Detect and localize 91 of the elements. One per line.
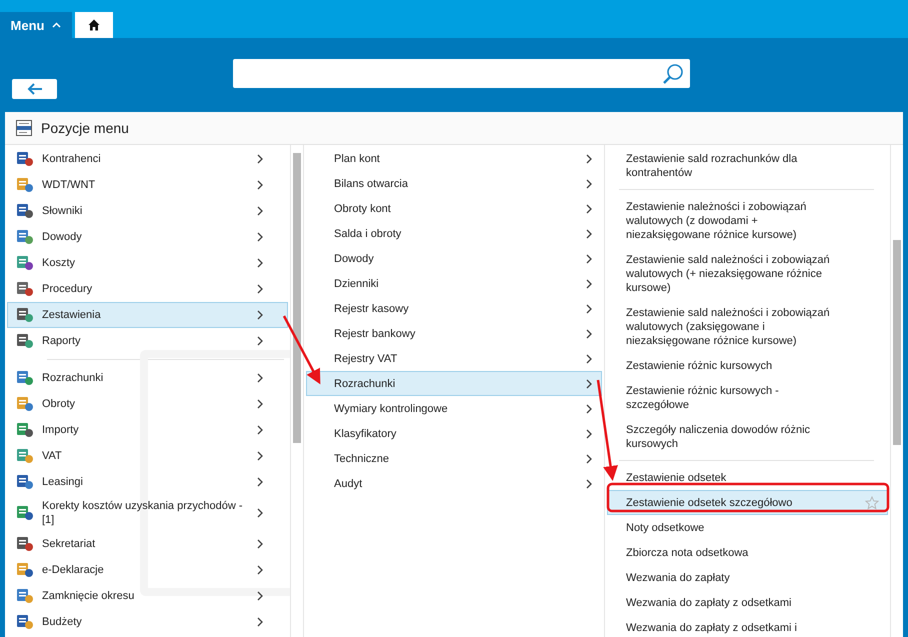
chevron-right-icon — [256, 154, 264, 164]
menu-item[interactable]: Rejestr bankowy — [306, 321, 602, 346]
chevron-right-icon — [585, 354, 593, 364]
chevron-right-icon — [585, 154, 593, 164]
chevron-right-icon — [256, 425, 264, 435]
menu-item[interactable]: WDT/WNT — [7, 172, 288, 198]
menu-item[interactable]: Dowody — [7, 224, 288, 250]
home-tab[interactable] — [75, 12, 113, 38]
arrow-left-icon — [26, 83, 42, 95]
chevron-right-icon — [256, 539, 264, 549]
chevron-right-icon — [585, 278, 593, 288]
menu-item[interactable]: Zestawienie różnic kursowych — [607, 353, 888, 378]
chevron-right-icon — [585, 304, 593, 314]
menu-item[interactable]: Bilans otwarcia — [306, 171, 602, 196]
menu-item[interactable]: Salda i obroty — [306, 221, 602, 246]
menu-item[interactable]: Zestawienie różnic kursowych - szczegółowe — [607, 378, 888, 417]
menu-item[interactable]: Wezwania do zapłaty z odsetkami — [607, 590, 888, 615]
scrollbar[interactable] — [290, 145, 303, 637]
menu-item[interactable]: Rejestry VAT — [306, 346, 602, 371]
chevron-right-icon — [256, 336, 264, 346]
menu-item[interactable]: Techniczne — [306, 446, 602, 471]
menu-item[interactable]: Obroty — [7, 391, 288, 417]
home-icon — [88, 19, 100, 31]
menu-item[interactable]: Zestawienie sald należności i zobowiązań walutowych (+ niezaksięgowane różnice kursowe) — [607, 247, 888, 300]
menu-item[interactable]: Sekretariat — [7, 531, 288, 557]
menu-item[interactable]: VAT — [7, 443, 288, 469]
menu-item[interactable]: Rozrachunki — [306, 371, 602, 396]
chevron-right-icon — [256, 206, 264, 216]
menu-item[interactable]: Plan kont — [306, 146, 602, 171]
menu-item[interactable]: Importy — [7, 417, 288, 443]
chevron-right-icon — [585, 228, 593, 238]
star-icon[interactable] — [865, 496, 879, 510]
menu-item[interactable]: Koszty — [7, 250, 288, 276]
menu-item[interactable]: Zestawienie odsetek — [607, 465, 888, 490]
menu-item[interactable]: Korekty kosztów uzyskania przychodów - [1] — [7, 495, 288, 531]
menu-item[interactable]: Zbiorcza nota odsetkowa — [607, 540, 888, 565]
menu-item[interactable]: Zamknięcie okresu — [7, 583, 288, 609]
chevron-right-icon — [585, 404, 593, 414]
chevron-right-icon — [585, 204, 593, 214]
menu-item[interactable]: Wezwania do zapłaty z odsetkami i — [607, 615, 888, 637]
back-button[interactable] — [12, 79, 57, 99]
caret-up-icon — [52, 22, 62, 28]
menu-item[interactable]: Leasingi — [7, 469, 288, 495]
chevron-right-icon — [256, 617, 264, 627]
menu-tab[interactable]: Menu — [0, 12, 72, 38]
chevron-right-icon — [256, 591, 264, 601]
chevron-right-icon — [256, 477, 264, 487]
chevron-right-icon — [256, 399, 264, 409]
menu-item[interactable]: Dowody — [306, 246, 602, 271]
chevron-right-icon — [585, 454, 593, 464]
chevron-right-icon — [256, 565, 264, 575]
search-icon — [662, 62, 684, 84]
chevron-right-icon — [585, 178, 593, 188]
chevron-right-icon — [256, 508, 264, 518]
chevron-right-icon — [585, 254, 593, 264]
chevron-right-icon — [256, 232, 264, 242]
menu-item[interactable]: Dzienniki — [306, 271, 602, 296]
chevron-right-icon — [256, 284, 264, 294]
chevron-right-icon — [256, 180, 264, 190]
menu-item[interactable]: e-Deklaracje — [7, 557, 288, 583]
menu-item[interactable]: Audyt — [306, 471, 602, 496]
menu-item[interactable]: Rejestr kasowy — [306, 296, 602, 321]
menu-item[interactable]: Klasyfikatory — [306, 421, 602, 446]
search-field[interactable] — [233, 59, 690, 88]
menu-item[interactable]: Zestawienie należności i zobowiązań walutowych (z dowodami + niezaksięgowane różnice kursowe) — [607, 194, 888, 247]
menu-item[interactable]: Kontrahenci — [7, 146, 288, 172]
chevron-right-icon — [256, 373, 264, 383]
menu-item[interactable]: Szczegóły naliczenia dowodów różnic kursowych — [607, 417, 888, 456]
menu-item[interactable]: Zestawienia — [7, 302, 288, 328]
chevron-right-icon — [585, 428, 593, 438]
chevron-right-icon — [585, 378, 593, 388]
arrow-annotation — [282, 315, 320, 384]
menu-item[interactable]: Rozrachunki — [7, 365, 288, 391]
menu-item[interactable]: Wymiary kontrolingowe — [306, 396, 602, 421]
menu-item[interactable]: Raporty — [7, 328, 288, 354]
menu-item[interactable]: Wezwania do zapłaty — [607, 565, 888, 590]
menu-item[interactable]: Słowniki — [7, 198, 288, 224]
menu-item[interactable]: Budżety — [7, 609, 288, 635]
menu-item[interactable]: Zestawienie sald rozrachunków dla kontrahentów — [607, 146, 888, 185]
menu-item[interactable]: Procedury — [7, 276, 288, 302]
chevron-right-icon — [256, 451, 264, 461]
chevron-right-icon — [256, 258, 264, 268]
menu-item[interactable]: Noty odsetkowe — [607, 515, 888, 540]
scrollbar[interactable] — [890, 145, 903, 637]
chevron-right-icon — [256, 310, 264, 320]
menu-item[interactable]: Obroty kont — [306, 196, 602, 221]
panel-title: Pozycje menu — [41, 120, 129, 136]
chevron-right-icon — [585, 328, 593, 338]
list-window-icon — [15, 119, 33, 137]
menu-item[interactable]: Zestawienie sald należności i zobowiązań walutowych (zaksięgowane i niezaksięgowane różnice kursowe) — [607, 300, 888, 353]
chevron-right-icon — [585, 478, 593, 488]
